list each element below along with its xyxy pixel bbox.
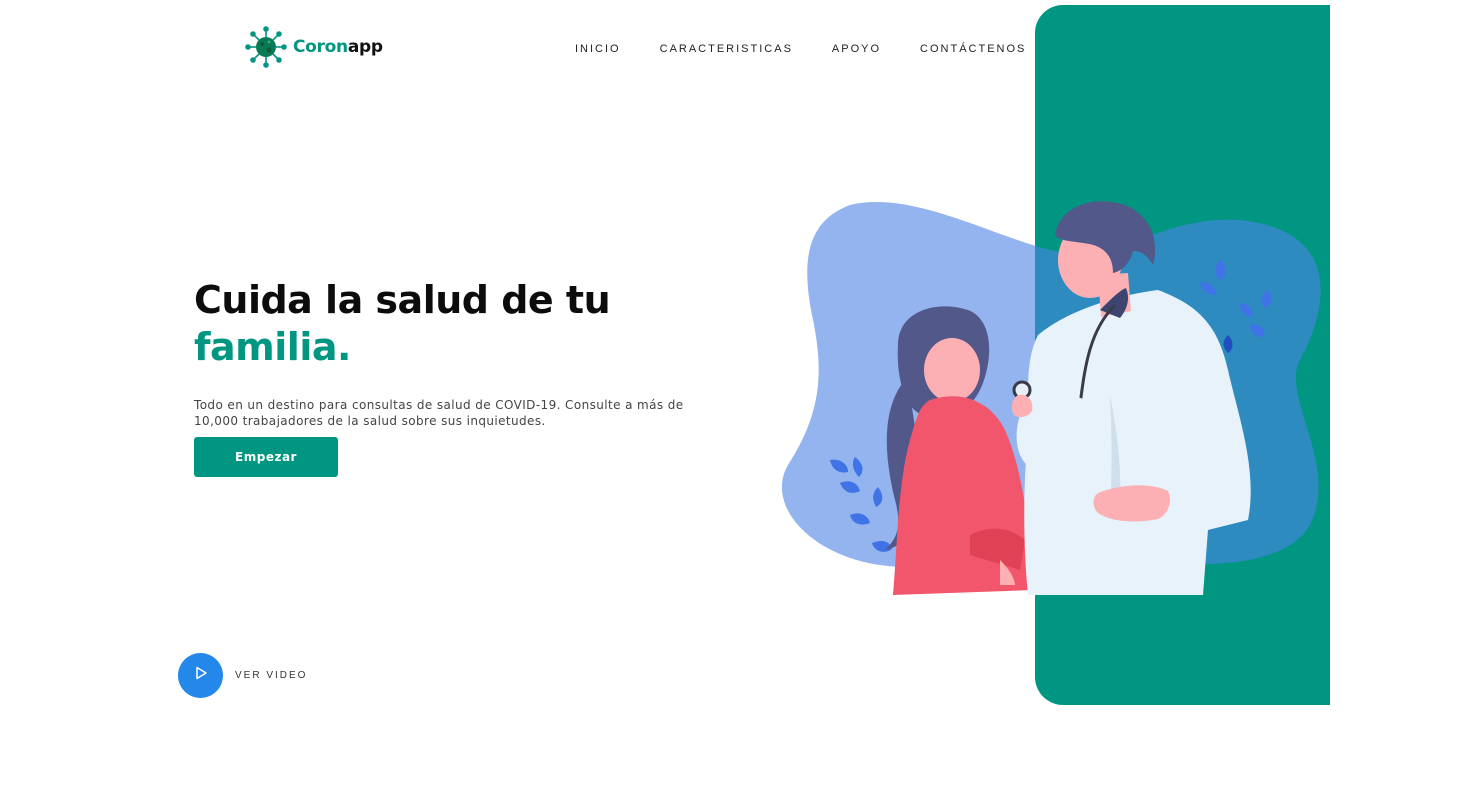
watch-video-link[interactable]: VER VIDEO bbox=[178, 653, 307, 698]
doctor-illustration bbox=[780, 195, 1335, 600]
nav-item-apoyo[interactable]: APOYO bbox=[832, 43, 881, 55]
hero-title: Cuida la salud de tu familia. bbox=[194, 277, 714, 371]
virus-icon bbox=[245, 26, 287, 68]
brand-name: Coronapp bbox=[293, 37, 383, 57]
start-button[interactable]: Empezar bbox=[194, 437, 338, 477]
hero-title-highlight: familia. bbox=[194, 325, 351, 369]
video-label: VER VIDEO bbox=[235, 670, 308, 681]
main-nav: INICIO CARACTERISTICAS APOYO CONTÁCTENOS bbox=[575, 43, 1026, 55]
play-icon bbox=[194, 666, 208, 685]
hero-description: Todo en un destino para consultas de sal… bbox=[194, 398, 684, 428]
play-button[interactable] bbox=[178, 653, 223, 698]
nav-item-contactenos[interactable]: CONTÁCTENOS bbox=[920, 43, 1026, 55]
nav-item-caracteristicas[interactable]: CARACTERISTICAS bbox=[660, 43, 793, 55]
brand-logo[interactable]: Coronapp bbox=[245, 26, 383, 68]
hero-title-line1: Cuida la salud de tu bbox=[194, 278, 611, 322]
hero-section: Cuida la salud de tu familia. Todo en un… bbox=[194, 277, 714, 429]
nav-item-inicio[interactable]: INICIO bbox=[575, 43, 621, 55]
